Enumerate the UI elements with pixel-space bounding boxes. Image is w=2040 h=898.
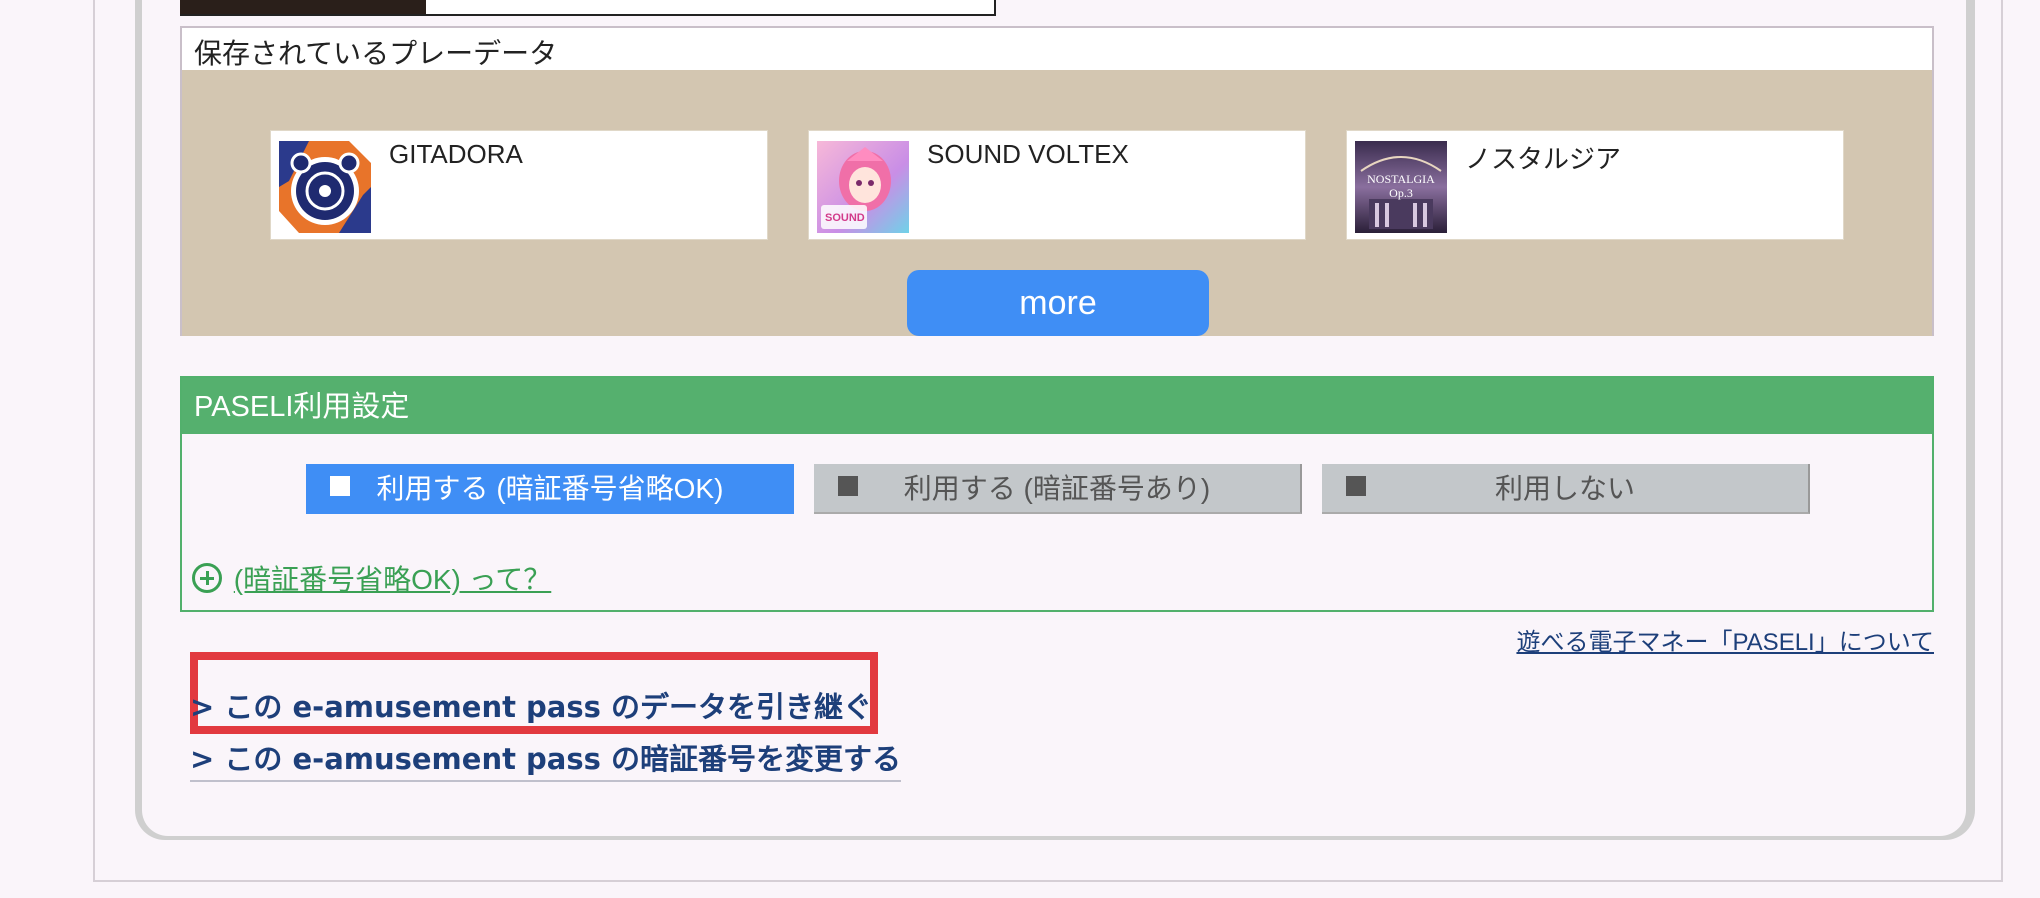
faq-link-label: (暗証番号省略OK) って？ (233, 564, 552, 595)
gitadora-logo-icon (279, 141, 371, 233)
paseli-option-disabled[interactable]: 利用しない (1322, 464, 1810, 514)
change-pin-link[interactable]: > この e-amusement pass の暗証番号を変更する (190, 736, 901, 782)
more-button[interactable]: more (907, 270, 1209, 336)
game-card-sound-voltex[interactable]: SOUND SOUND VOLTEX (808, 130, 1306, 240)
game-name: SOUND VOLTEX (927, 139, 1129, 169)
paseli-option-pin-required[interactable]: 利用する (暗証番号あり) (814, 464, 1302, 514)
nostalgia-art-icon: NOSTALGIA Op.3 (1355, 141, 1447, 233)
svg-text:SOUND: SOUND (825, 212, 865, 224)
game-name: ノスタルジア (1465, 144, 1622, 174)
option-label: 利用する (暗証番号あり) (903, 473, 1211, 504)
transfer-data-link[interactable]: > この e-amusement pass のデータを引き継ぐ (190, 684, 872, 728)
paseli-option-pin-skip[interactable]: 利用する (暗証番号省略OK) (306, 464, 794, 514)
game-name: GITADORA (389, 139, 523, 169)
saved-playdata-title: 保存されているプレーデータ (194, 37, 558, 70)
saved-playdata-list: GITADORA SOUND SOUND VOLTEX NOSTALGIA Op… (182, 70, 1932, 336)
saved-playdata-section: 保存されているプレーデータ GITADORA SOUND SOUND VOLTE… (180, 26, 1934, 336)
game-card-gitadora[interactable]: GITADORA (270, 130, 768, 240)
paseli-about-link[interactable]: 遊べる電子マネー「PASELI」について (1516, 622, 1934, 657)
option-label: 利用する (暗証番号省略OK) (376, 473, 724, 504)
card-header-image (180, 0, 426, 14)
plus-circle-icon (192, 563, 222, 593)
sound-voltex-art-icon: SOUND (817, 141, 909, 233)
svg-text:NOSTALGIA: NOSTALGIA (1367, 172, 1435, 186)
paseli-settings-section: PASELI利用設定 利用する (暗証番号省略OK) 利用する (暗証番号あり)… (180, 376, 1934, 612)
svg-text:Op.3: Op.3 (1389, 186, 1413, 200)
option-label: 利用しない (1494, 473, 1635, 504)
game-card-nostalgia[interactable]: NOSTALGIA Op.3 ノスタルジア (1346, 130, 1844, 240)
paseli-settings-title: PASELI利用設定 (182, 378, 1932, 434)
pin-skip-faq-link[interactable]: (暗証番号省略OK) って？ (192, 558, 551, 598)
